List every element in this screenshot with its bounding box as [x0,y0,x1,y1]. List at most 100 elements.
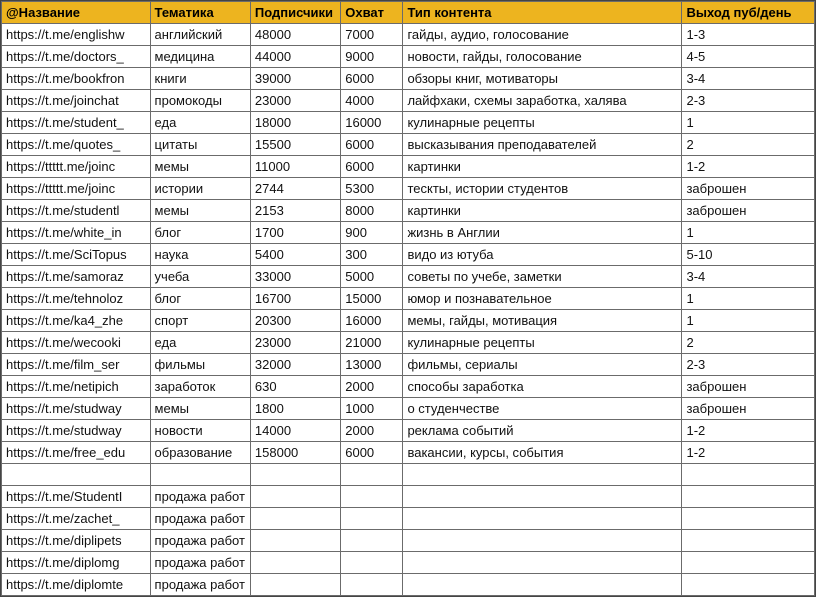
cell-topic[interactable]: новости [150,420,250,442]
cell-content-type[interactable] [403,508,682,530]
cell-content-type[interactable]: картинки [403,200,682,222]
cell-subscribers[interactable] [250,530,340,552]
cell-reach[interactable]: 4000 [341,90,403,112]
cell-reach[interactable]: 7000 [341,24,403,46]
cell-name[interactable]: https://t.me/doctors_ [2,46,151,68]
cell-reach[interactable] [341,574,403,596]
cell-reach[interactable]: 5300 [341,178,403,200]
cell-posts-per-day[interactable]: 5-10 [682,244,815,266]
cell-content-type[interactable]: обзоры книг, мотиваторы [403,68,682,90]
cell-name[interactable]: https://t.me/studway [2,398,151,420]
cell-topic[interactable]: блог [150,288,250,310]
cell-reach[interactable]: 6000 [341,156,403,178]
cell-topic[interactable]: еда [150,332,250,354]
cell-name[interactable]: https://t.me/film_ser [2,354,151,376]
cell-topic[interactable]: книги [150,68,250,90]
cell-topic[interactable]: фильмы [150,354,250,376]
cell-name[interactable]: https://ttttt.me/joinc [2,178,151,200]
cell-posts-per-day[interactable] [682,486,815,508]
cell-topic[interactable]: заработок [150,376,250,398]
cell-posts-per-day[interactable]: 2-3 [682,90,815,112]
cell-reach[interactable] [341,486,403,508]
cell-reach[interactable]: 16000 [341,310,403,332]
cell-subscribers[interactable]: 15500 [250,134,340,156]
cell-content-type[interactable]: способы заработка [403,376,682,398]
cell-subscribers[interactable]: 23000 [250,332,340,354]
cell-subscribers[interactable]: 14000 [250,420,340,442]
cell-name[interactable]: https://t.me/bookfron [2,68,151,90]
cell-posts-per-day[interactable]: 2-3 [682,354,815,376]
cell-reach[interactable]: 6000 [341,68,403,90]
cell-posts-per-day[interactable]: 3-4 [682,266,815,288]
cell-subscribers[interactable]: 33000 [250,266,340,288]
cell-reach[interactable]: 900 [341,222,403,244]
cell-name[interactable]: https://t.me/free_edu [2,442,151,464]
cell-content-type[interactable] [403,552,682,574]
cell-reach[interactable]: 9000 [341,46,403,68]
cell-content-type[interactable]: гайды, аудио, голосование [403,24,682,46]
cell-reach[interactable]: 5000 [341,266,403,288]
cell-content-type[interactable]: о студенчестве [403,398,682,420]
cell-content-type[interactable]: лайфхаки, схемы заработка, халява [403,90,682,112]
cell-reach[interactable] [341,464,403,486]
cell-content-type[interactable]: жизнь в Англии [403,222,682,244]
cell-content-type[interactable]: юмор и познавательное [403,288,682,310]
cell-topic[interactable]: продажа работ [150,508,250,530]
cell-name[interactable]: https://t.me/zachet_ [2,508,151,530]
cell-posts-per-day[interactable]: 1-2 [682,442,815,464]
cell-reach[interactable]: 6000 [341,442,403,464]
cell-subscribers[interactable]: 2744 [250,178,340,200]
cell-subscribers[interactable]: 48000 [250,24,340,46]
cell-posts-per-day[interactable]: заброшен [682,376,815,398]
cell-name[interactable]: https://t.me/diplomg [2,552,151,574]
cell-posts-per-day[interactable]: 1-2 [682,156,815,178]
cell-topic[interactable]: продажа работ [150,552,250,574]
cell-name[interactable]: https://ttttt.me/joinc [2,156,151,178]
cell-topic[interactable]: медицина [150,46,250,68]
cell-subscribers[interactable]: 5400 [250,244,340,266]
cell-posts-per-day[interactable]: заброшен [682,398,815,420]
cell-posts-per-day[interactable]: 4-5 [682,46,815,68]
cell-name[interactable]: https://t.me/white_in [2,222,151,244]
cell-posts-per-day[interactable] [682,464,815,486]
cell-content-type[interactable] [403,464,682,486]
cell-posts-per-day[interactable] [682,574,815,596]
cell-posts-per-day[interactable]: 1 [682,288,815,310]
cell-reach[interactable]: 2000 [341,420,403,442]
cell-reach[interactable] [341,530,403,552]
cell-name[interactable]: https://t.me/netipich [2,376,151,398]
cell-posts-per-day[interactable]: 3-4 [682,68,815,90]
cell-name[interactable]: https://t.me/diplipets [2,530,151,552]
cell-content-type[interactable]: фильмы, сериалы [403,354,682,376]
cell-posts-per-day[interactable]: 1 [682,112,815,134]
cell-content-type[interactable]: мемы, гайды, мотивация [403,310,682,332]
cell-topic[interactable]: цитаты [150,134,250,156]
cell-name[interactable]: https://t.me/englishw [2,24,151,46]
cell-subscribers[interactable]: 32000 [250,354,340,376]
cell-content-type[interactable]: вакансии, курсы, события [403,442,682,464]
cell-subscribers[interactable] [250,464,340,486]
cell-name[interactable]: https://t.me/studway [2,420,151,442]
cell-posts-per-day[interactable] [682,530,815,552]
cell-subscribers[interactable]: 23000 [250,90,340,112]
cell-name[interactable]: https://t.me/studentl [2,200,151,222]
cell-posts-per-day[interactable] [682,508,815,530]
cell-posts-per-day[interactable]: 2 [682,332,815,354]
cell-topic[interactable]: продажа работ [150,486,250,508]
cell-reach[interactable]: 21000 [341,332,403,354]
cell-subscribers[interactable]: 18000 [250,112,340,134]
cell-subscribers[interactable] [250,486,340,508]
cell-subscribers[interactable] [250,574,340,596]
cell-topic[interactable]: наука [150,244,250,266]
cell-reach[interactable]: 2000 [341,376,403,398]
cell-reach[interactable]: 13000 [341,354,403,376]
cell-posts-per-day[interactable]: заброшен [682,200,815,222]
cell-reach[interactable]: 8000 [341,200,403,222]
cell-topic[interactable]: учеба [150,266,250,288]
cell-reach[interactable] [341,552,403,574]
cell-content-type[interactable] [403,530,682,552]
cell-content-type[interactable]: советы по учебе, заметки [403,266,682,288]
cell-posts-per-day[interactable]: 1-3 [682,24,815,46]
cell-posts-per-day[interactable]: 1-2 [682,420,815,442]
cell-subscribers[interactable]: 630 [250,376,340,398]
